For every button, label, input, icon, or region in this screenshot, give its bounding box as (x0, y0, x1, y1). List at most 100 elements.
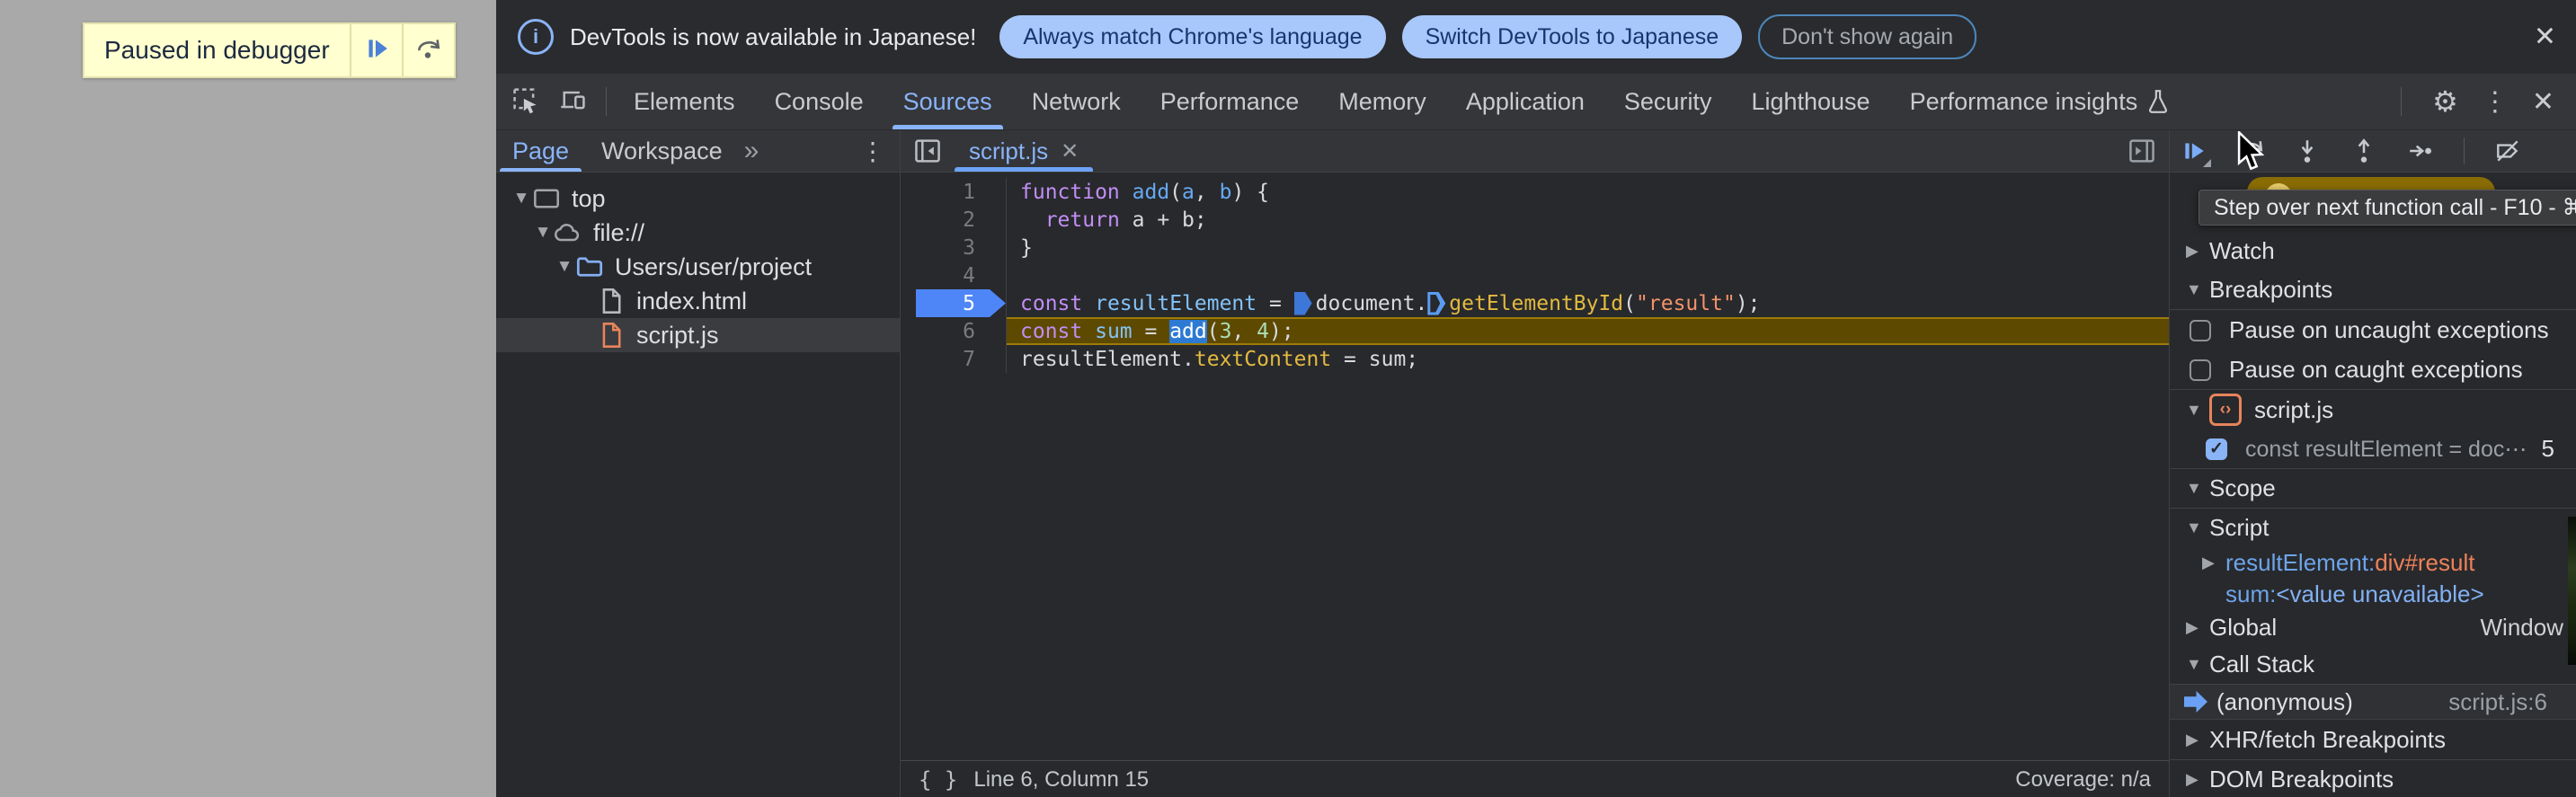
line-number-2[interactable]: 2 (901, 206, 1007, 234)
editor-statusbar: { } Line 6, Column 15 Coverage: n/a (901, 760, 2169, 797)
settings-gear-icon[interactable]: ⚙ (2432, 84, 2458, 119)
screen-edge-artifact (2568, 517, 2576, 665)
deactivate-breakpoints-icon[interactable] (2494, 137, 2521, 164)
tab-performance-insights[interactable]: Performance insights (1890, 74, 2190, 129)
step-icon[interactable] (2407, 137, 2434, 164)
chevron-down-icon: ▼ (2186, 655, 2202, 673)
var-value: <value unavailable> (2276, 580, 2484, 607)
tree-item-users-user-project[interactable]: ▼ Users/user/project (496, 250, 900, 284)
line-number-3[interactable]: 3 (901, 234, 1007, 261)
close-devtools-icon[interactable]: ✕ (2532, 86, 2554, 118)
chevron-down-icon[interactable]: ▼ (511, 189, 532, 208)
pretty-print-icon[interactable]: { } (919, 767, 957, 793)
toggle-debugger-sidebar-icon[interactable] (2127, 137, 2156, 165)
frame-location: script.js:6 (2448, 687, 2547, 715)
scope-script-row[interactable]: ▼ Script (2170, 509, 2576, 546)
screen: Paused in debugger i DevTools is now ava… (0, 0, 2576, 797)
infobar-close-icon[interactable]: ✕ (2534, 22, 2556, 53)
pause-on-caught-row[interactable]: Pause on caught exceptions (2170, 350, 2576, 390)
callstack-section-header[interactable]: ▼ Call Stack (2170, 645, 2576, 685)
tab-memory[interactable]: Memory (1319, 74, 1446, 129)
code-line-6-content[interactable]: const sum = add(3, 4); (1007, 317, 2169, 345)
code-line-3-content[interactable]: } (1007, 234, 2169, 261)
watch-section-header[interactable]: ▶ Watch (2170, 231, 2576, 270)
file-tree: ▼ top ▼ file:// ▼ Users/user/project index.htm… (496, 173, 900, 797)
tree-item-label: Users/user/project (615, 252, 813, 280)
code-line-1-content[interactable]: function add(a, b) { (1007, 178, 2169, 206)
scope-section-header[interactable]: ▼ Scope (2170, 469, 2576, 509)
more-tabs-chevron-icon[interactable]: » (744, 136, 759, 166)
scope-var-resultelement[interactable]: ▶ resultElement: div#result (2170, 546, 2576, 579)
tree-item-script-js[interactable]: script.js (496, 318, 900, 352)
resume-longpress-indicator (2203, 159, 2211, 167)
editor-tab-scriptjs[interactable]: script.js ✕ (953, 130, 1095, 172)
pause-on-uncaught-row[interactable]: Pause on uncaught exceptions (2170, 310, 2576, 350)
breakpoint-entry-row[interactable]: ✓ const resultElement = doc⋯ 5 (2170, 429, 2576, 469)
tree-item-top[interactable]: ▼ top (496, 182, 900, 216)
file-js-icon (597, 322, 626, 349)
more-options-icon[interactable]: ⋮ (2482, 86, 2509, 118)
step-into-icon[interactable] (2294, 137, 2321, 164)
resume-script-icon[interactable] (2181, 137, 2211, 167)
step-out-icon[interactable] (2350, 137, 2377, 164)
tree-item-file-[interactable]: ▼ file:// (496, 216, 900, 250)
breakpoint-marker-line-5[interactable]: 5 (901, 289, 1007, 317)
tab-security[interactable]: Security (1604, 74, 1732, 129)
code-line-2-content[interactable]: return a + b; (1007, 206, 2169, 234)
line-number-1[interactable]: 1 (901, 178, 1007, 206)
tab-application[interactable]: Application (1446, 74, 1604, 129)
inspect-element-icon[interactable] (511, 85, 539, 119)
tab-sources[interactable]: Sources (884, 74, 1012, 129)
chevron-down-icon[interactable]: ▼ (554, 257, 575, 277)
always-match-language-button[interactable]: Always match Chrome's language (999, 15, 1386, 58)
navigator-kebab-icon[interactable]: ⋮ (860, 137, 885, 166)
chevron-right-icon: ▶ (2202, 553, 2215, 571)
tree-item-label: file:// (593, 218, 645, 246)
banner-step-over-button[interactable] (401, 24, 454, 76)
code-line-4-content[interactable] (1007, 261, 2169, 289)
pause-caught-checkbox[interactable] (2190, 359, 2211, 381)
paused-banner-label: Paused in debugger (104, 36, 330, 64)
close-tab-icon[interactable]: ✕ (1061, 138, 1079, 164)
mouse-cursor (2236, 129, 2267, 179)
chevron-down-icon[interactable]: ▼ (532, 223, 554, 243)
scope-global-row[interactable]: ▶ Global Window (2170, 609, 2576, 645)
tab-lighthouse[interactable]: Lighthouse (1731, 74, 1889, 129)
breakpoint-code-snippet: const resultElement = doc⋯ (2245, 436, 2527, 462)
scope-var-sum[interactable]: sum: <value unavailable> (2170, 579, 2576, 609)
pause-uncaught-checkbox[interactable] (2190, 319, 2211, 341)
toggle-navigator-icon[interactable] (913, 137, 942, 165)
code-line-6: 6 const sum = add(3, 4); (901, 317, 2169, 345)
breakpoints-section-header[interactable]: ▼ Breakpoints (2170, 270, 2576, 310)
tab-elements[interactable]: Elements (614, 74, 755, 129)
code-line-7-content[interactable]: resultElement. textContent = sum; (1007, 345, 2169, 373)
line-number-6[interactable]: 6 (901, 317, 1007, 345)
coverage-label: Coverage: n/a (2015, 766, 2151, 792)
callstack-frame-row[interactable]: (anonymous) script.js:6 (2170, 685, 2576, 720)
line-number-7[interactable]: 7 (901, 345, 1007, 373)
dont-show-again-button[interactable]: Don't show again (1758, 14, 1977, 59)
frame-function: (anonymous) (2216, 687, 2353, 715)
chevron-down-icon: ▼ (2186, 518, 2202, 536)
tab-performance[interactable]: Performance (1141, 74, 1319, 129)
line-number-4[interactable]: 4 (901, 261, 1007, 289)
tree-item-label: script.js (636, 321, 719, 349)
chevron-right-icon: ▶ (2186, 617, 2198, 636)
tab-network[interactable]: Network (1012, 74, 1141, 129)
code-line-5-content[interactable]: const resultElement = document. getElemen… (1007, 289, 2169, 317)
info-icon: i (518, 19, 554, 55)
dom-breakpoints-header[interactable]: ▶ DOM Breakpoints (2170, 760, 2576, 797)
toggle-device-toolbar-icon[interactable] (559, 85, 588, 119)
tree-item-index-html[interactable]: index.html (496, 284, 900, 318)
banner-resume-button[interactable] (349, 24, 402, 76)
breakpoint-file-group[interactable]: ▼ ‹› script.js (2170, 390, 2576, 429)
var-value: div#result (2375, 548, 2475, 576)
code-editor[interactable]: 1 function add(a, b) {2 return a + b; 3} 4 … (901, 173, 2169, 760)
breakpoint-enabled-checkbox[interactable]: ✓ (2206, 438, 2227, 460)
switch-to-japanese-button[interactable]: Switch DevTools to Japanese (1401, 15, 1743, 58)
debugger-pane: ▶ Watch ▼ Breakpoints Pause on uncaught … (2169, 130, 2576, 797)
tab-page[interactable]: Page (496, 130, 585, 172)
xhr-breakpoints-header[interactable]: ▶ XHR/fetch Breakpoints (2170, 720, 2576, 760)
tab-console[interactable]: Console (755, 74, 884, 129)
tab-workspace[interactable]: Workspace (585, 130, 739, 172)
